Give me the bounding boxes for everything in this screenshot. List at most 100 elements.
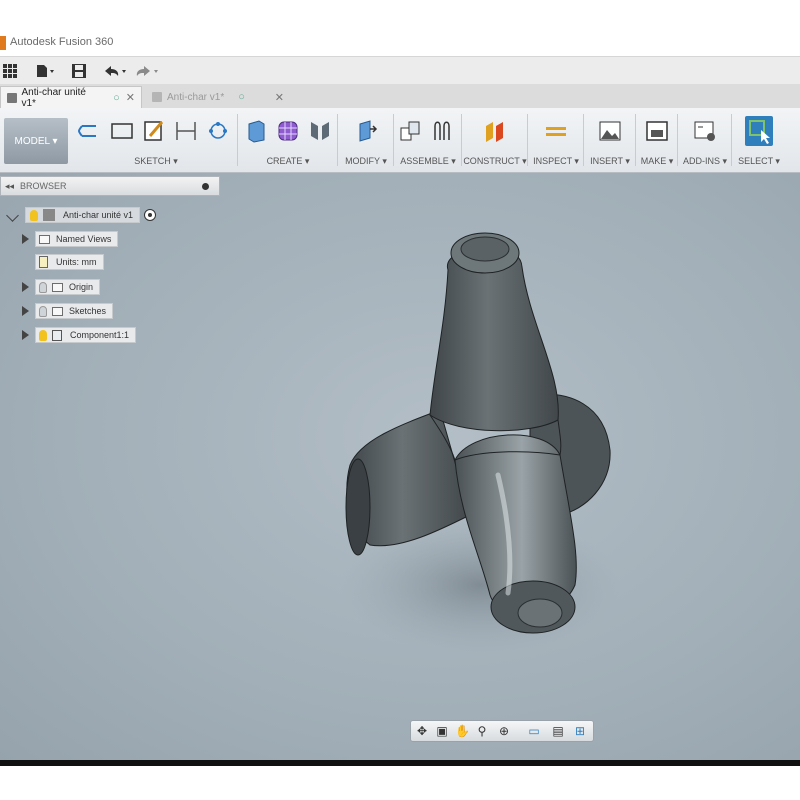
component-icon (52, 329, 62, 341)
tree-item-label[interactable]: Origin (35, 279, 101, 295)
lightbulb-icon[interactable] (39, 305, 47, 317)
close-icon[interactable]: ✕ (126, 91, 135, 104)
data-panel-button[interactable] (2, 61, 18, 81)
folder-icon (52, 306, 63, 316)
look-at-icon[interactable]: ▣ (435, 724, 449, 738)
pin-icon[interactable] (202, 183, 209, 190)
redo-icon (136, 66, 158, 76)
modify-menu[interactable]: MODIFY ▾ (338, 156, 394, 167)
expand-icon[interactable] (6, 208, 19, 222)
3d-print-icon (646, 121, 668, 141)
add-ins-group[interactable]: ADD-INS ▾ (678, 108, 732, 172)
display-icon[interactable]: ▭ (527, 724, 541, 738)
document-icon (43, 209, 55, 221)
modify-group[interactable]: MODIFY ▾ (338, 108, 394, 172)
tree-item-units[interactable]: Units: mm (35, 253, 104, 271)
tetrapod-model[interactable] (330, 225, 630, 665)
inspect-menu[interactable]: INSPECT ▾ (528, 156, 584, 167)
zoom-icon[interactable]: ⚲ (475, 724, 489, 738)
assemble-menu[interactable]: ASSEMBLE ▾ (394, 156, 462, 167)
activate-icon[interactable] (144, 209, 157, 221)
sketch-menu[interactable]: SKETCH ▾ (74, 156, 238, 167)
tab-anti-char-unite[interactable]: Anti-char unité v1* ○ ✕ (0, 86, 142, 109)
taskbar-edge (0, 760, 800, 766)
tab-label: Anti-char v1* (167, 91, 225, 103)
lightbulb-icon[interactable] (30, 209, 38, 221)
tree-item-label[interactable]: Sketches (35, 303, 114, 319)
tree-item-label[interactable]: Component1:1 (35, 327, 137, 343)
tab-label: Anti-char unité v1* (21, 86, 86, 109)
document-icon (7, 92, 17, 103)
scripts-icon (694, 121, 715, 141)
insert-group[interactable]: INSERT ▾ (584, 108, 636, 172)
lightbulb-icon[interactable] (39, 329, 47, 341)
sync-icon: ○ (238, 91, 245, 103)
construct-group[interactable]: CONSTRUCT ▾ (462, 108, 528, 172)
title-bar: Autodesk Fusion 360 (0, 30, 800, 56)
tab-anti-char[interactable]: Anti-char v1* ○ ✕ (146, 86, 290, 108)
file-menu-button[interactable] (34, 61, 56, 81)
tree-item-component[interactable]: Component1:1 (22, 326, 137, 344)
undo-button[interactable] (102, 61, 128, 81)
tree-root-label[interactable]: Anti-char unité v1 (25, 207, 141, 223)
tree-root[interactable]: Anti-char unité v1 (6, 206, 157, 224)
press-pull-icon (359, 120, 378, 142)
pan-icon[interactable]: ✋ (455, 724, 470, 738)
tree-item-label[interactable]: Named Views (35, 231, 119, 247)
form-icon (278, 121, 298, 141)
extrude-icon (248, 120, 265, 143)
construct-menu[interactable]: CONSTRUCT ▾ (462, 156, 528, 167)
expand-icon[interactable] (22, 282, 29, 292)
navigation-bar: ✥ ▣ ✋ ⚲ ⊕ ▭ ▤ ⊞ (410, 720, 594, 742)
insert-menu[interactable]: INSERT ▾ (584, 156, 636, 167)
document-tabs: Anti-char unité v1* ○ ✕ Anti-char v1* ○ … (0, 84, 800, 109)
add-ins-menu[interactable]: ADD-INS ▾ (678, 156, 732, 167)
expand-icon[interactable] (22, 234, 29, 244)
assemble-group[interactable]: ASSEMBLE ▾ (394, 108, 462, 172)
collapse-icon[interactable]: ◂◂ (5, 181, 14, 192)
sketch-edit-icon (144, 121, 164, 141)
lightbulb-icon[interactable] (39, 281, 47, 293)
units-icon (39, 256, 48, 268)
save-icon (72, 64, 86, 78)
fit-icon[interactable]: ⊕ (497, 724, 511, 738)
viewports-icon[interactable]: ⊞ (573, 724, 587, 738)
expand-icon[interactable] (22, 330, 29, 340)
tree-item-sketches[interactable]: Sketches (22, 302, 114, 320)
redo-button[interactable] (134, 61, 160, 81)
save-button[interactable] (70, 61, 88, 81)
document-icon (152, 92, 162, 102)
orbit-icon[interactable]: ✥ (415, 724, 429, 738)
folder-icon (52, 282, 63, 292)
grid-display-icon[interactable]: ▤ (551, 724, 565, 738)
close-icon[interactable]: ✕ (275, 91, 284, 104)
make-menu[interactable]: MAKE ▾ (636, 156, 678, 167)
sketch-group[interactable]: SKETCH ▾ (74, 108, 238, 172)
offset-plane-icon (486, 122, 503, 142)
rectangle-icon (111, 123, 133, 139)
app-logo-icon (0, 36, 6, 50)
expand-icon[interactable] (22, 306, 29, 316)
file-icon (37, 65, 54, 77)
workspace-switcher[interactable]: MODEL ▾ (4, 118, 68, 164)
make-group[interactable]: MAKE ▾ (636, 108, 678, 172)
constraint-icon (209, 122, 227, 139)
browser-panel-header[interactable]: ◂◂ BROWSER (0, 176, 220, 196)
new-component-icon (400, 121, 420, 141)
toolbar-ribbon: MODEL ▾ SKETCH ▾ CREATE ▾ MODIFY ▾ ASSEM… (0, 108, 800, 173)
dimension-icon (176, 122, 196, 140)
inspect-group[interactable]: INSPECT ▾ (528, 108, 584, 172)
create-group[interactable]: CREATE ▾ (238, 108, 338, 172)
sync-icon: ○ (113, 91, 120, 104)
line-sketch-icon (78, 125, 96, 137)
create-menu[interactable]: CREATE ▾ (238, 156, 338, 167)
undo-icon (105, 66, 126, 76)
tree-item-named-views[interactable]: Named Views (22, 230, 119, 248)
tree-item-origin[interactable]: Origin (22, 278, 101, 296)
joint-icon (434, 121, 450, 140)
select-group[interactable]: SELECT ▾ (732, 108, 786, 172)
tree-item-label[interactable]: Units: mm (35, 254, 104, 270)
select-menu[interactable]: SELECT ▾ (732, 156, 786, 167)
measure-icon (546, 127, 566, 136)
select-icon (745, 116, 773, 146)
